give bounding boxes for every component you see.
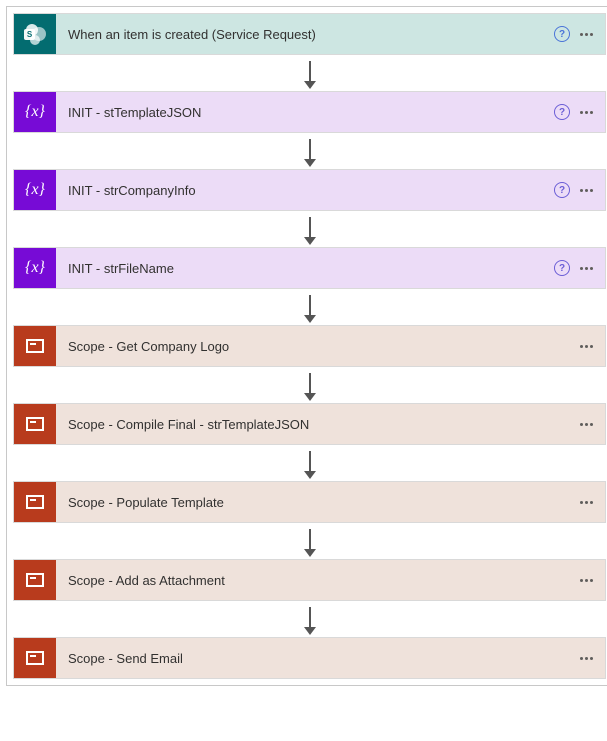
sharepoint-icon: S — [14, 14, 56, 54]
action-label: INIT - strFileName — [56, 248, 554, 288]
trigger-label: When an item is created (Service Request… — [56, 14, 554, 54]
help-icon[interactable]: ? — [554, 104, 570, 120]
flow-arrow — [309, 601, 311, 637]
action-label: Scope - Compile Final - strTemplateJSON — [56, 404, 580, 444]
action-label: Scope - Send Email — [56, 638, 580, 678]
variable-icon: {x} — [14, 92, 56, 132]
action-label: Scope - Get Company Logo — [56, 326, 580, 366]
action-label: Scope - Add as Attachment — [56, 560, 580, 600]
scope-icon — [14, 560, 56, 600]
action-step-scope-populate-template[interactable]: Scope - Populate Template — [13, 481, 606, 523]
scope-icon — [14, 404, 56, 444]
action-step-scope-send-email[interactable]: Scope - Send Email — [13, 637, 606, 679]
scope-icon — [14, 482, 56, 522]
action-label: INIT - stTemplateJSON — [56, 92, 554, 132]
help-icon[interactable]: ? — [554, 182, 570, 198]
help-icon[interactable]: ? — [554, 26, 570, 42]
flow-arrow — [309, 289, 311, 325]
more-menu-icon[interactable] — [580, 29, 593, 40]
more-menu-icon[interactable] — [580, 263, 593, 274]
more-menu-icon[interactable] — [580, 341, 593, 352]
more-menu-icon[interactable] — [580, 575, 593, 586]
more-menu-icon[interactable] — [580, 419, 593, 430]
action-step-scope-compile-final[interactable]: Scope - Compile Final - strTemplateJSON — [13, 403, 606, 445]
action-step-init-sttemplatejson[interactable]: {x} INIT - stTemplateJSON ? — [13, 91, 606, 133]
action-step-scope-get-company-logo[interactable]: Scope - Get Company Logo — [13, 325, 606, 367]
action-step-init-strcompanyinfo[interactable]: {x} INIT - strCompanyInfo ? — [13, 169, 606, 211]
more-menu-icon[interactable] — [580, 653, 593, 664]
action-label: INIT - strCompanyInfo — [56, 170, 554, 210]
more-menu-icon[interactable] — [580, 497, 593, 508]
action-step-scope-add-as-attachment[interactable]: Scope - Add as Attachment — [13, 559, 606, 601]
help-icon[interactable]: ? — [554, 260, 570, 276]
variable-icon: {x} — [14, 248, 56, 288]
action-label: Scope - Populate Template — [56, 482, 580, 522]
flow-arrow — [309, 445, 311, 481]
scope-icon — [14, 638, 56, 678]
flow-arrow — [309, 55, 311, 91]
flow-arrow — [309, 523, 311, 559]
flow-arrow — [309, 133, 311, 169]
variable-icon: {x} — [14, 170, 56, 210]
more-menu-icon[interactable] — [580, 107, 593, 118]
flow-designer: S When an item is created (Service Reque… — [6, 6, 607, 686]
action-step-init-strfilename[interactable]: {x} INIT - strFileName ? — [13, 247, 606, 289]
scope-icon — [14, 326, 56, 366]
more-menu-icon[interactable] — [580, 185, 593, 196]
flow-arrow — [309, 211, 311, 247]
flow-arrow — [309, 367, 311, 403]
trigger-step[interactable]: S When an item is created (Service Reque… — [13, 13, 606, 55]
